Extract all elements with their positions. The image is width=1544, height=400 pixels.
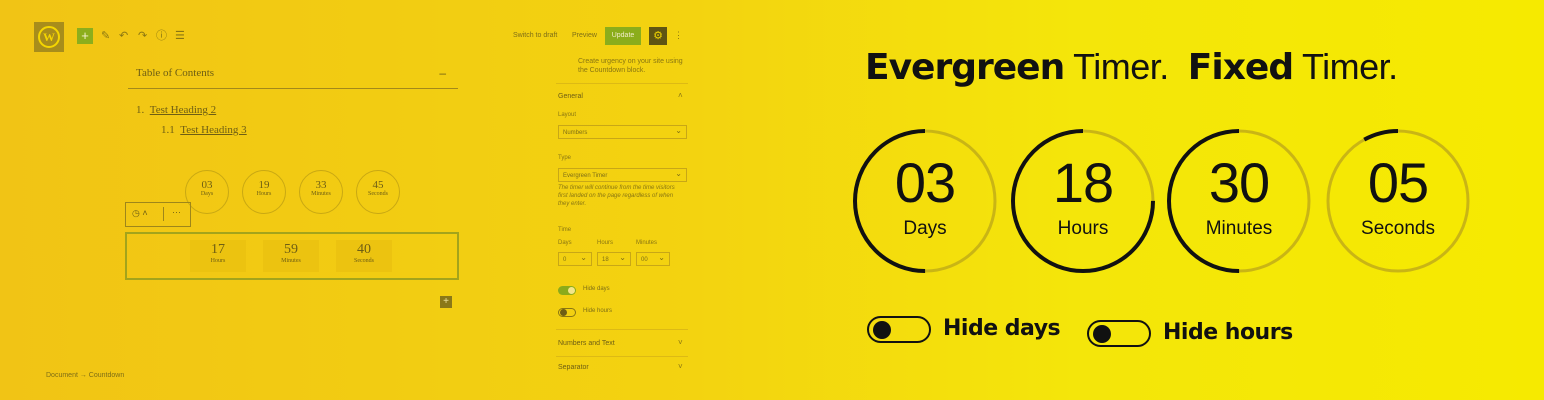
hide-hours-big-label: Hide hours — [1163, 320, 1293, 345]
time-label: Time — [558, 227, 572, 233]
minutes-label: Minutes — [636, 240, 658, 246]
fixed-hours-cell: 17 Hours — [190, 240, 246, 272]
timer-days-value: 03 — [894, 151, 956, 214]
countdown-minutes-circle: 33 Minutes — [299, 170, 343, 214]
chevron-up-icon[interactable]: ˄ — [678, 91, 683, 100]
toc-title: Table of Contents — [136, 67, 215, 79]
timer-hours-ring: 18 Hours — [1010, 128, 1156, 274]
timer-seconds-ring: 05 Seconds — [1325, 128, 1471, 274]
wordpress-logo-icon[interactable]: W — [34, 22, 64, 52]
layout-label: Layout — [558, 112, 577, 118]
headline: Evergreen Timer. Fixed Timer. — [865, 46, 1398, 88]
type-label: Type — [558, 155, 572, 161]
toc-link: Test Heading 2 — [149, 104, 217, 116]
chevron-down-icon[interactable]: ˅ — [678, 362, 683, 371]
pencil-icon[interactable]: ✎ — [101, 29, 110, 43]
chevron-down-icon[interactable]: ˅ — [678, 338, 683, 347]
hide-hours-toggle[interactable] — [558, 308, 576, 317]
table-of-contents-header[interactable]: Table of Contents – — [128, 60, 458, 89]
divider — [556, 356, 688, 357]
toggle-knob — [1093, 325, 1111, 343]
toggle-knob — [568, 287, 575, 294]
fixed-timer-block[interactable]: 17 Hours 59 Minutes 40 Seconds — [125, 232, 459, 280]
timer-minutes-label: Minutes — [1205, 218, 1273, 239]
add-block-button[interactable]: + — [77, 28, 93, 44]
timer-seconds-value: 05 — [1367, 151, 1429, 214]
settings-gear-icon[interactable]: ⚙ — [649, 27, 667, 45]
timer-seconds-label: Seconds — [1361, 218, 1435, 239]
hide-hours-label: Hide hours — [583, 308, 613, 314]
more-options-icon[interactable]: ⋮ — [674, 30, 683, 41]
toc-collapse-icon[interactable]: – — [439, 66, 446, 80]
countdown-seconds-circle: 45 Seconds — [356, 170, 400, 214]
evergreen-bold: Evergreen — [865, 47, 1065, 88]
toc-item[interactable]: 1.1 Test Heading 3 — [161, 124, 247, 136]
switch-to-draft-button[interactable]: Switch to draft — [513, 32, 557, 39]
type-help-text: The timer will continue from the time vi… — [558, 185, 675, 207]
update-button[interactable]: Update — [605, 27, 641, 45]
breadcrumb[interactable]: Document → Countdown — [46, 372, 124, 379]
redo-icon[interactable]: ↷ — [138, 29, 147, 43]
countdown-days-circle: 03 Days — [185, 170, 229, 214]
timer-icon[interactable]: ◷ ˄ — [132, 208, 148, 219]
block-editor: W + ✎ ↶ ↷ ⓘ ☰ Switch to draft Preview Up… — [0, 0, 700, 400]
toggle-knob — [873, 321, 891, 339]
divider — [556, 83, 688, 84]
fixed-light: Timer. — [1293, 46, 1398, 87]
fixed-minutes-cell: 59 Minutes — [263, 240, 319, 272]
days-label: Days — [558, 240, 572, 246]
timer-days-ring: 03 Days — [852, 128, 998, 274]
block-description: Create urgency on your site using the Co… — [578, 58, 683, 74]
numbers-and-text-panel[interactable]: Numbers and Text — [558, 340, 615, 347]
fixed-bold: Fixed — [1187, 47, 1294, 88]
hide-days-big-toggle[interactable] — [867, 316, 931, 343]
toc-link: Test Heading 3 — [180, 124, 247, 136]
hide-hours-big-toggle[interactable] — [1087, 320, 1151, 347]
layout-select[interactable]: Numbers — [558, 124, 687, 139]
timer-minutes-value: 30 — [1208, 151, 1270, 214]
inline-add-block-button[interactable]: + — [440, 296, 452, 308]
countdown-hours-circle: 19 Hours — [242, 170, 286, 214]
block-toolbar[interactable]: ◷ ˄ ··· — [125, 202, 191, 227]
timer-hours-label: Hours — [1057, 218, 1109, 239]
info-icon[interactable]: ⓘ — [156, 29, 167, 43]
hide-days-big-label: Hide days — [943, 316, 1061, 341]
block-more-button[interactable]: ··· — [163, 207, 181, 221]
divider — [556, 329, 688, 330]
timer-hours-value: 18 — [1052, 151, 1114, 214]
evergreen-light: Timer. — [1064, 46, 1169, 87]
settings-sidebar: Create urgency on your site using the Co… — [548, 45, 693, 375]
hide-days-toggle[interactable] — [558, 286, 576, 295]
hours-label: Hours — [597, 240, 614, 246]
hours-select[interactable]: 18 — [597, 251, 631, 266]
hide-days-label: Hide days — [583, 286, 610, 292]
separator-panel[interactable]: Separator — [558, 364, 589, 371]
type-select[interactable]: Evergreen Timer — [558, 167, 687, 182]
days-input[interactable]: 0 — [558, 251, 592, 266]
undo-icon[interactable]: ↶ — [119, 29, 128, 43]
timer-minutes-ring: 30 Minutes — [1166, 128, 1312, 274]
timer-days-label: Days — [903, 218, 947, 239]
fixed-seconds-cell: 40 Seconds — [336, 240, 392, 272]
general-panel-title[interactable]: General — [558, 93, 583, 100]
minutes-select[interactable]: 00 — [636, 251, 670, 266]
list-view-icon[interactable]: ☰ — [175, 29, 185, 43]
toc-item[interactable]: 1. Test Heading 2 — [136, 104, 216, 116]
preview-button[interactable]: Preview — [572, 32, 597, 39]
toggle-knob — [560, 309, 567, 316]
